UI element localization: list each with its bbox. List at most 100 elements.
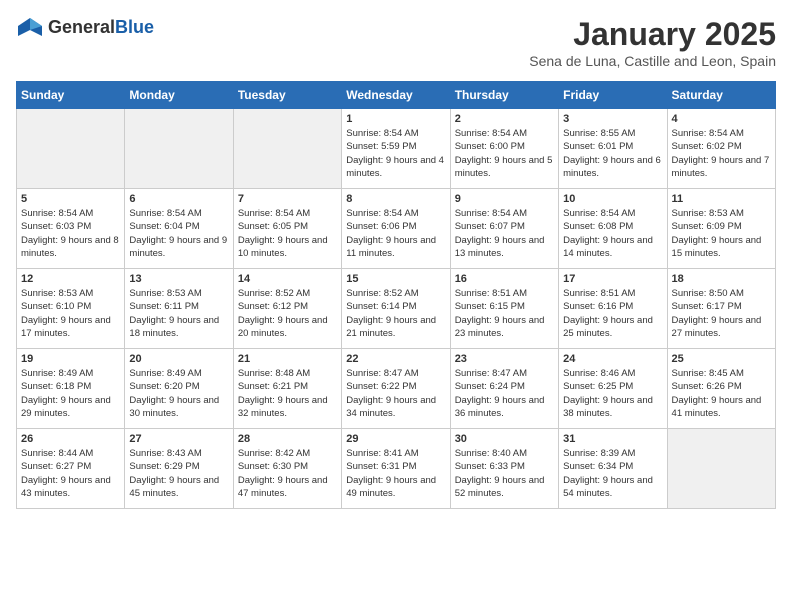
day-info: Sunrise: 8:48 AMSunset: 6:21 PMDaylight:… <box>238 367 337 420</box>
sunset-text: Sunset: 6:21 PM <box>238 381 308 392</box>
calendar-cell <box>233 109 341 189</box>
weekday-header-monday: Monday <box>125 82 233 109</box>
day-info: Sunrise: 8:43 AMSunset: 6:29 PMDaylight:… <box>129 447 228 500</box>
sunrise-text: Sunrise: 8:42 AM <box>238 448 310 459</box>
weekday-header-sunday: Sunday <box>17 82 125 109</box>
daylight-text: Daylight: 9 hours and 6 minutes. <box>563 155 661 179</box>
daylight-text: Daylight: 9 hours and 10 minutes. <box>238 235 328 259</box>
calendar-week-row: 12Sunrise: 8:53 AMSunset: 6:10 PMDayligh… <box>17 269 776 349</box>
calendar-cell: 23 Sunrise: 8:47 AM Sunset: 6:24 PM Dayligh… <box>450 349 558 429</box>
daylight-text: Daylight: 9 hours and 49 minutes. <box>346 475 436 499</box>
daylight-text: Daylight: 9 hours and 32 minutes. <box>238 395 328 419</box>
daylight-text: Daylight: 9 hours and 5 minutes. <box>455 155 553 179</box>
sunset-text: Sunset: 6:03 PM <box>21 221 91 232</box>
sunset-text: Sunset: 6:07 PM <box>455 221 525 232</box>
daylight-text: Daylight: 9 hours and 27 minutes. <box>672 315 762 339</box>
day-number: 9 <box>455 193 554 205</box>
sunrise-text: Sunrise: 8:52 AM <box>238 288 310 299</box>
calendar-cell: 25Sunrise: 8:45 AMSunset: 6:26 PMDayligh… <box>667 349 775 429</box>
daylight-text: Daylight: 9 hours and 36 minutes. <box>455 395 545 419</box>
month-title: January 2025 <box>529 16 776 53</box>
sunset-text: Sunset: 6:02 PM <box>672 141 742 152</box>
sunset-text: Sunset: 6:20 PM <box>129 381 199 392</box>
sunset-text: Sunset: 6:22 PM <box>346 381 416 392</box>
day-number: 17 <box>563 273 662 285</box>
sunrise-text: Sunrise: 8:53 AM <box>672 208 744 219</box>
weekday-header-row: SundayMondayTuesdayWednesdayThursdayFrid… <box>17 82 776 109</box>
daylight-text: Daylight: 9 hours and 54 minutes. <box>563 475 653 499</box>
daylight-text: Daylight: 9 hours and 18 minutes. <box>129 315 219 339</box>
sunset-text: Sunset: 6:25 PM <box>563 381 633 392</box>
daylight-text: Daylight: 9 hours and 15 minutes. <box>672 235 762 259</box>
sunrise-text: Sunrise: 8:40 AM <box>455 448 527 459</box>
daylight-text: Daylight: 9 hours and 38 minutes. <box>563 395 653 419</box>
sunrise-text: Sunrise: 8:47 AM <box>455 368 527 379</box>
calendar-cell: 16Sunrise: 8:51 AMSunset: 6:15 PMDayligh… <box>450 269 558 349</box>
day-info: Sunrise: 8:53 AMSunset: 6:10 PMDaylight:… <box>21 287 120 340</box>
sunset-text: Sunset: 6:11 PM <box>129 301 199 312</box>
sunset-text: Sunset: 6:06 PM <box>346 221 416 232</box>
weekday-header-saturday: Saturday <box>667 82 775 109</box>
day-number: 23 <box>455 353 554 365</box>
day-info: Sunrise: 8:55 AMSunset: 6:01 PMDaylight:… <box>563 127 662 180</box>
sunset-text: Sunset: 6:24 PM <box>455 381 525 392</box>
logo-icon <box>16 16 44 38</box>
daylight-text: Daylight: 9 hours and 34 minutes. <box>346 395 436 419</box>
calendar-week-row: 26Sunrise: 8:44 AMSunset: 6:27 PMDayligh… <box>17 429 776 509</box>
calendar-cell: 17Sunrise: 8:51 AMSunset: 6:16 PMDayligh… <box>559 269 667 349</box>
sunset-text: Sunset: 6:27 PM <box>21 461 91 472</box>
sunset-text: Sunset: 6:09 PM <box>672 221 742 232</box>
day-info: Sunrise: 8:44 AMSunset: 6:27 PMDaylight:… <box>21 447 120 500</box>
day-info: Sunrise: 8:54 AMSunset: 6:02 PMDaylight:… <box>672 127 771 180</box>
day-info: Sunrise: 8:50 AMSunset: 6:17 PMDaylight:… <box>672 287 771 340</box>
day-number: 5 <box>21 193 120 205</box>
daylight-text: Daylight: 9 hours and 41 minutes. <box>672 395 762 419</box>
sunrise-text: Sunrise: 8:53 AM <box>129 288 201 299</box>
daylight-text: Daylight: 9 hours and 29 minutes. <box>21 395 111 419</box>
day-info: Sunrise: 8:49 AMSunset: 6:20 PMDaylight:… <box>129 367 228 420</box>
calendar-cell: 24Sunrise: 8:46 AMSunset: 6:25 PMDayligh… <box>559 349 667 429</box>
daylight-text: Daylight: 9 hours and 47 minutes. <box>238 475 328 499</box>
daylight-text: Daylight: 9 hours and 17 minutes. <box>21 315 111 339</box>
day-info: Sunrise: 8:45 AMSunset: 6:26 PMDaylight:… <box>672 367 771 420</box>
day-number: 14 <box>238 273 337 285</box>
daylight-text: Daylight: 9 hours and 13 minutes. <box>455 235 545 259</box>
weekday-header-thursday: Thursday <box>450 82 558 109</box>
day-info: Sunrise: 8:54 AMSunset: 6:08 PMDaylight:… <box>563 207 662 260</box>
day-number: 30 <box>455 433 554 445</box>
calendar-cell <box>17 109 125 189</box>
day-info: Sunrise: 8:54 AMSunset: 5:59 PMDaylight:… <box>346 127 445 180</box>
day-number: 1 <box>346 113 445 125</box>
daylight-text: Daylight: 9 hours and 21 minutes. <box>346 315 436 339</box>
weekday-header-tuesday: Tuesday <box>233 82 341 109</box>
calendar-cell: 26Sunrise: 8:44 AMSunset: 6:27 PMDayligh… <box>17 429 125 509</box>
sunset-text: Sunset: 6:15 PM <box>455 301 525 312</box>
day-info: Sunrise: 8:54 AMSunset: 6:07 PMDaylight:… <box>455 207 554 260</box>
day-info: Sunrise: 8:51 AMSunset: 6:15 PMDaylight:… <box>455 287 554 340</box>
calendar-week-row: 19Sunrise: 8:49 AMSunset: 6:18 PMDayligh… <box>17 349 776 429</box>
sunset-text: Sunset: 6:30 PM <box>238 461 308 472</box>
sunrise-text: Sunrise: 8:55 AM <box>563 128 635 139</box>
logo-general: General <box>48 17 115 37</box>
sunrise-text: Sunrise: 8:49 AM <box>21 368 93 379</box>
sunset-text: Sunset: 6:00 PM <box>455 141 525 152</box>
calendar-cell: 4Sunrise: 8:54 AMSunset: 6:02 PMDaylight… <box>667 109 775 189</box>
day-info: Sunrise: 8:54 AMSunset: 6:03 PMDaylight:… <box>21 207 120 260</box>
sunset-text: Sunset: 6:12 PM <box>238 301 308 312</box>
day-number: 21 <box>238 353 337 365</box>
sunset-text: Sunset: 5:59 PM <box>346 141 416 152</box>
day-number: 27 <box>129 433 228 445</box>
calendar-week-row: 5Sunrise: 8:54 AMSunset: 6:03 PMDaylight… <box>17 189 776 269</box>
sunrise-text: Sunrise: 8:54 AM <box>346 208 418 219</box>
day-number: 3 <box>563 113 662 125</box>
calendar-cell: 10Sunrise: 8:54 AMSunset: 6:08 PMDayligh… <box>559 189 667 269</box>
daylight-text: Daylight: 9 hours and 43 minutes. <box>21 475 111 499</box>
sunset-text: Sunset: 6:05 PM <box>238 221 308 232</box>
sunrise-text: Sunrise: 8:54 AM <box>238 208 310 219</box>
daylight-text: Daylight: 9 hours and 11 minutes. <box>346 235 436 259</box>
sunrise-text: Sunrise: 8:53 AM <box>21 288 93 299</box>
day-number: 2 <box>455 113 554 125</box>
sunset-text: Sunset: 6:26 PM <box>672 381 742 392</box>
day-number: 31 <box>563 433 662 445</box>
sunset-text: Sunset: 6:34 PM <box>563 461 633 472</box>
